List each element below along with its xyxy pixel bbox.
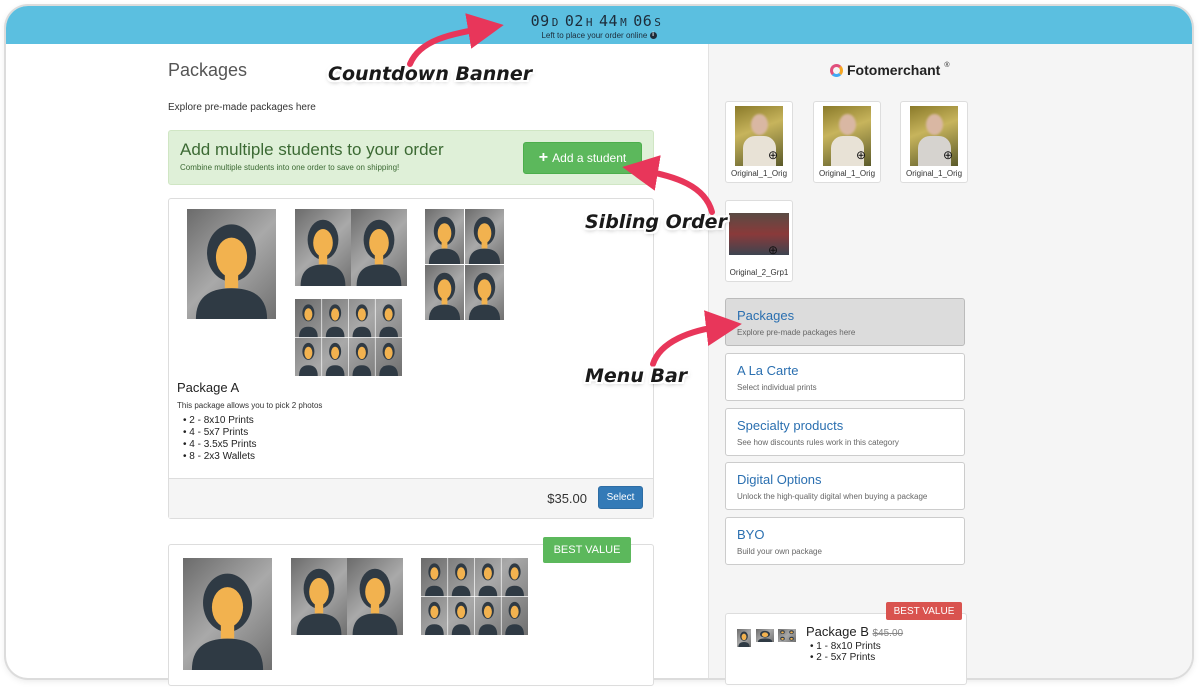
sibling-title: Add multiple students to your order bbox=[180, 140, 444, 159]
zoom-icon[interactable]: ⊕ bbox=[768, 148, 778, 162]
package-footer: $35.00 Select bbox=[169, 478, 653, 518]
annotation-menu-label: Menu Bar bbox=[585, 365, 688, 387]
zoom-icon[interactable]: ⊕ bbox=[856, 148, 866, 162]
countdown-days: 09 bbox=[530, 12, 550, 30]
package-items: 2 - 8x10 Prints 4 - 5x7 Prints 4 - 3.5x5… bbox=[183, 415, 257, 463]
package-item: 2 - 8x10 Prints bbox=[183, 415, 257, 427]
silhouette-wallets-icon bbox=[778, 629, 796, 642]
info-icon[interactable]: i bbox=[649, 32, 657, 40]
silhouette-8x10-icon bbox=[187, 209, 276, 319]
silhouette-3x5-icon bbox=[425, 265, 464, 320]
package-item: 8 - 2x3 Wallets bbox=[183, 451, 257, 463]
countdown-subtitle: Left to place your order online i bbox=[6, 31, 1192, 40]
photo-thumbnail[interactable]: ⊕ Original_1_Orig bbox=[725, 101, 793, 183]
countdown-seconds: 06 bbox=[633, 12, 653, 30]
photo-thumbnail[interactable]: ⊕ Original_2_Grp1 bbox=[725, 200, 793, 282]
brand-trademark: ® bbox=[944, 62, 950, 69]
countdown-banner: 09 D 02 H 44 M 06 S Left to place your order on… bbox=[6, 6, 1192, 44]
package-item: 2 - 5x7 Prints bbox=[810, 652, 881, 663]
menu-item-a-la-carte[interactable]: A La Carte Select individual prints bbox=[725, 353, 965, 401]
menu-item-packages[interactable]: Packages Explore pre-made packages here bbox=[725, 298, 965, 346]
silhouette-5x7-icon bbox=[295, 209, 351, 286]
package-card: Package A This package allows you to pic… bbox=[168, 198, 654, 519]
silhouette-5x7-icon bbox=[291, 558, 347, 635]
group-photo bbox=[729, 213, 789, 255]
thumbnail-caption: Original_1_Orig bbox=[730, 169, 788, 178]
sidebar-package-old-price: $45.00 bbox=[872, 628, 904, 639]
menu-item-title: BYO bbox=[737, 527, 765, 542]
photo-thumbnail[interactable]: ⊕ Original_1_Orig bbox=[813, 101, 881, 183]
photo-thumbnail[interactable]: ⊕ Original_1_Orig bbox=[900, 101, 968, 183]
silhouette-3x5-icon bbox=[465, 265, 504, 320]
best-value-badge: BEST VALUE bbox=[886, 602, 962, 620]
silhouette-8x10-icon bbox=[737, 629, 751, 647]
countdown-minutes-unit: M bbox=[620, 16, 628, 29]
annotation-countdown-label: Countdown Banner bbox=[328, 63, 533, 85]
sidebar-package-card[interactable]: Package B $45.00 1 - 8x10 Prints 2 - 5x7… bbox=[725, 613, 967, 685]
thumbnail-caption: Original_1_Orig bbox=[905, 169, 963, 178]
plus-icon: + bbox=[538, 149, 549, 166]
countdown-minutes: 44 bbox=[599, 12, 619, 30]
brand-logo: Fotomerchant ® bbox=[830, 62, 950, 78]
silhouette-wallets-icon bbox=[421, 558, 528, 635]
menu-item-byo[interactable]: BYO Build your own package bbox=[725, 517, 965, 565]
sidebar-package-title: Package B bbox=[806, 624, 869, 639]
add-student-label: Add a student bbox=[552, 151, 627, 165]
menu-item-subtitle: Build your own package bbox=[737, 547, 822, 556]
menu-item-subtitle: Unlock the high-quality digital when buy… bbox=[737, 492, 928, 501]
countdown-hours: 02 bbox=[564, 12, 584, 30]
thumbnail-caption: Original_2_Grp1 bbox=[729, 268, 789, 277]
sidebar-package-name: Package B $45.00 bbox=[806, 624, 903, 639]
menu-item-subtitle: Explore pre-made packages here bbox=[737, 328, 856, 337]
countdown-timer: 09 D 02 H 44 M 06 S bbox=[6, 12, 1192, 30]
menu-item-subtitle: See how discounts rules work in this cat… bbox=[737, 438, 899, 447]
package-card bbox=[168, 544, 654, 686]
best-value-badge: BEST VALUE bbox=[543, 537, 631, 563]
package-item: 1 - 8x10 Prints bbox=[810, 641, 880, 652]
package-name: Package A bbox=[177, 380, 240, 395]
countdown-hours-unit: H bbox=[585, 16, 593, 29]
menu-item-subtitle: Select individual prints bbox=[737, 383, 817, 392]
menu-item-title: Packages bbox=[737, 308, 795, 323]
add-student-button[interactable]: + Add a student bbox=[523, 142, 642, 174]
package-price: $35.00 bbox=[547, 491, 587, 506]
select-button[interactable]: Select bbox=[598, 486, 643, 509]
silhouette-8x10-icon bbox=[183, 558, 272, 670]
countdown-seconds-unit: S bbox=[654, 16, 662, 29]
menu-item-digital-options[interactable]: Digital Options Unlock the high-quality … bbox=[725, 462, 965, 510]
sidebar-package-items: 1 - 8x10 Prints 2 - 5x7 Prints bbox=[810, 641, 881, 663]
page-description: Explore pre-made packages here bbox=[168, 102, 316, 113]
menu-item-title: A La Carte bbox=[737, 363, 799, 378]
silhouette-5x7-icon bbox=[347, 558, 403, 635]
silhouette-wallets-icon bbox=[295, 299, 402, 376]
sibling-subtitle: Combine multiple students into one order… bbox=[180, 163, 400, 172]
thumbnail-caption: Original_1_Orig bbox=[818, 169, 876, 178]
zoom-icon[interactable]: ⊕ bbox=[943, 148, 953, 162]
silhouette-5x7-icon bbox=[351, 209, 407, 286]
zoom-icon[interactable]: ⊕ bbox=[768, 243, 778, 257]
silhouette-5x7-icon bbox=[756, 629, 774, 642]
annotation-sibling-label: Sibling Order bbox=[585, 211, 727, 233]
fotomerchant-logo-icon bbox=[830, 63, 843, 77]
menu-item-title: Digital Options bbox=[737, 472, 822, 487]
menu-item-title: Specialty products bbox=[737, 418, 844, 433]
silhouette-3x5-icon bbox=[465, 209, 504, 264]
sibling-order-box: Add multiple students to your order Comb… bbox=[168, 130, 654, 185]
brand-name: Fotomerchant bbox=[847, 62, 941, 78]
countdown-subtitle-text: Left to place your order online bbox=[541, 31, 648, 40]
package-description: This package allows you to pick 2 photos bbox=[177, 401, 323, 410]
menu-item-specialty-products[interactable]: Specialty products See how discounts rul… bbox=[725, 408, 965, 456]
silhouette-3x5-icon bbox=[425, 209, 464, 264]
countdown-days-unit: D bbox=[551, 16, 559, 29]
package-item: 4 - 5x7 Prints bbox=[183, 427, 257, 439]
page-title: Packages bbox=[168, 60, 248, 80]
package-item: 4 - 3.5x5 Prints bbox=[183, 439, 256, 451]
